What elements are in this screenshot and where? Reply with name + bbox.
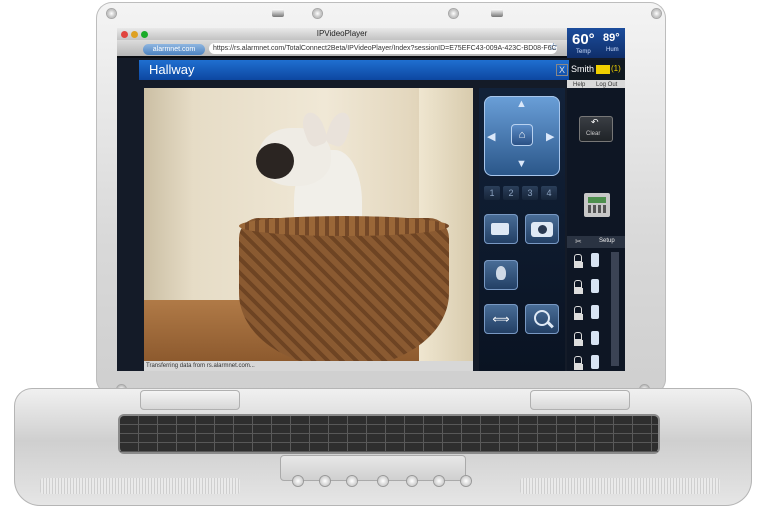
screw-icon: [107, 9, 116, 18]
scrollbar[interactable]: [611, 252, 619, 366]
media-button[interactable]: [461, 476, 471, 486]
door-sensor-icon: [591, 355, 599, 369]
latch-icon: [491, 9, 503, 17]
laptop-screen: IPVideoPlayer alarmnet.com https://rs.al…: [117, 28, 625, 371]
wrench-icon: ✂: [575, 237, 582, 246]
minimize-window-icon[interactable]: [131, 31, 138, 38]
humidity-value: 89°: [603, 32, 620, 44]
camera-video-feed: [144, 88, 473, 361]
dog-ear: [323, 109, 355, 149]
clear-button[interactable]: ↶ Clear: [579, 116, 613, 142]
camera-header: [139, 60, 569, 80]
arrow-right-icon[interactable]: ▶: [546, 130, 554, 143]
light-bulb-icon[interactable]: [484, 260, 518, 290]
lock-icon: [569, 306, 587, 320]
expand-view-icon[interactable]: ⟺: [484, 304, 518, 334]
media-button[interactable]: [434, 476, 444, 486]
door-sensor-icon: [591, 253, 599, 267]
screw-icon: [313, 9, 322, 18]
media-button[interactable]: [407, 476, 417, 486]
setup-label: Setup: [599, 238, 615, 244]
door-sensor-icon: [591, 279, 599, 293]
close-icon[interactable]: X: [556, 64, 568, 76]
zoom-window-icon[interactable]: [141, 31, 148, 38]
media-button[interactable]: [320, 476, 330, 486]
keypad-icon[interactable]: [584, 193, 610, 217]
lock-icon: [569, 254, 587, 268]
preset-button[interactable]: 2: [503, 186, 519, 200]
browser-status-bar: Transferring data from rs.alarmnet.com..…: [144, 361, 473, 371]
temperature-label: Temp: [576, 49, 591, 55]
snapshot-camera-icon[interactable]: [525, 214, 559, 244]
temperature-value: 60°: [572, 31, 595, 48]
latch-icon: [272, 9, 284, 17]
hinge-cover: [140, 390, 240, 410]
hinge-cover: [530, 390, 630, 410]
preset-button[interactable]: 1: [484, 186, 500, 200]
preset-button[interactable]: 4: [541, 186, 557, 200]
media-button[interactable]: [293, 476, 303, 486]
media-button[interactable]: [347, 476, 357, 486]
weather-widget: 60° Temp 89° Hum: [567, 28, 625, 58]
humidity-label: Hum: [606, 47, 619, 53]
clear-label: Clear: [586, 131, 601, 137]
speaker-grille: [40, 478, 240, 494]
screw-icon: [652, 9, 661, 18]
url-field[interactable]: https://rs.alarmnet.com/TotalConnect2Bet…: [209, 43, 557, 54]
user-name: Smith: [571, 64, 595, 74]
message-envelope-icon[interactable]: [596, 65, 610, 74]
site-badge[interactable]: alarmnet.com: [143, 44, 205, 55]
preset-button[interactable]: 3: [522, 186, 538, 200]
arrow-up-icon[interactable]: ▲: [516, 98, 527, 110]
video-camera-icon[interactable]: [484, 214, 518, 244]
camera-title: Hallway: [149, 62, 195, 77]
undo-icon: ↶: [591, 117, 599, 127]
home-icon[interactable]: ⌂: [511, 124, 533, 146]
door-sensor-icon: [591, 331, 599, 345]
screw-icon: [449, 9, 458, 18]
wicker-basket: [239, 218, 449, 361]
arrow-down-icon[interactable]: ▼: [516, 158, 527, 170]
user-panel: Smith (1): [569, 60, 625, 80]
message-count: (1): [611, 64, 621, 73]
bookmark-star-icon[interactable]: ☆: [549, 42, 558, 53]
zoom-icon[interactable]: [525, 304, 559, 334]
basket-rim: [239, 216, 449, 236]
door-sensor-icon: [591, 305, 599, 319]
lock-icon: [569, 280, 587, 294]
window-title: IPVideoPlayer: [316, 29, 368, 38]
media-button[interactable]: [378, 476, 388, 486]
close-window-icon[interactable]: [121, 31, 128, 38]
speaker-grille: [520, 478, 720, 494]
keyboard-rows: [120, 416, 658, 452]
setup-bar[interactable]: ✂ Setup: [567, 236, 625, 248]
lock-icon: [569, 332, 587, 346]
arrow-left-icon[interactable]: ◀: [487, 130, 495, 143]
lock-icon: [569, 356, 587, 370]
dog-patch: [256, 143, 294, 179]
